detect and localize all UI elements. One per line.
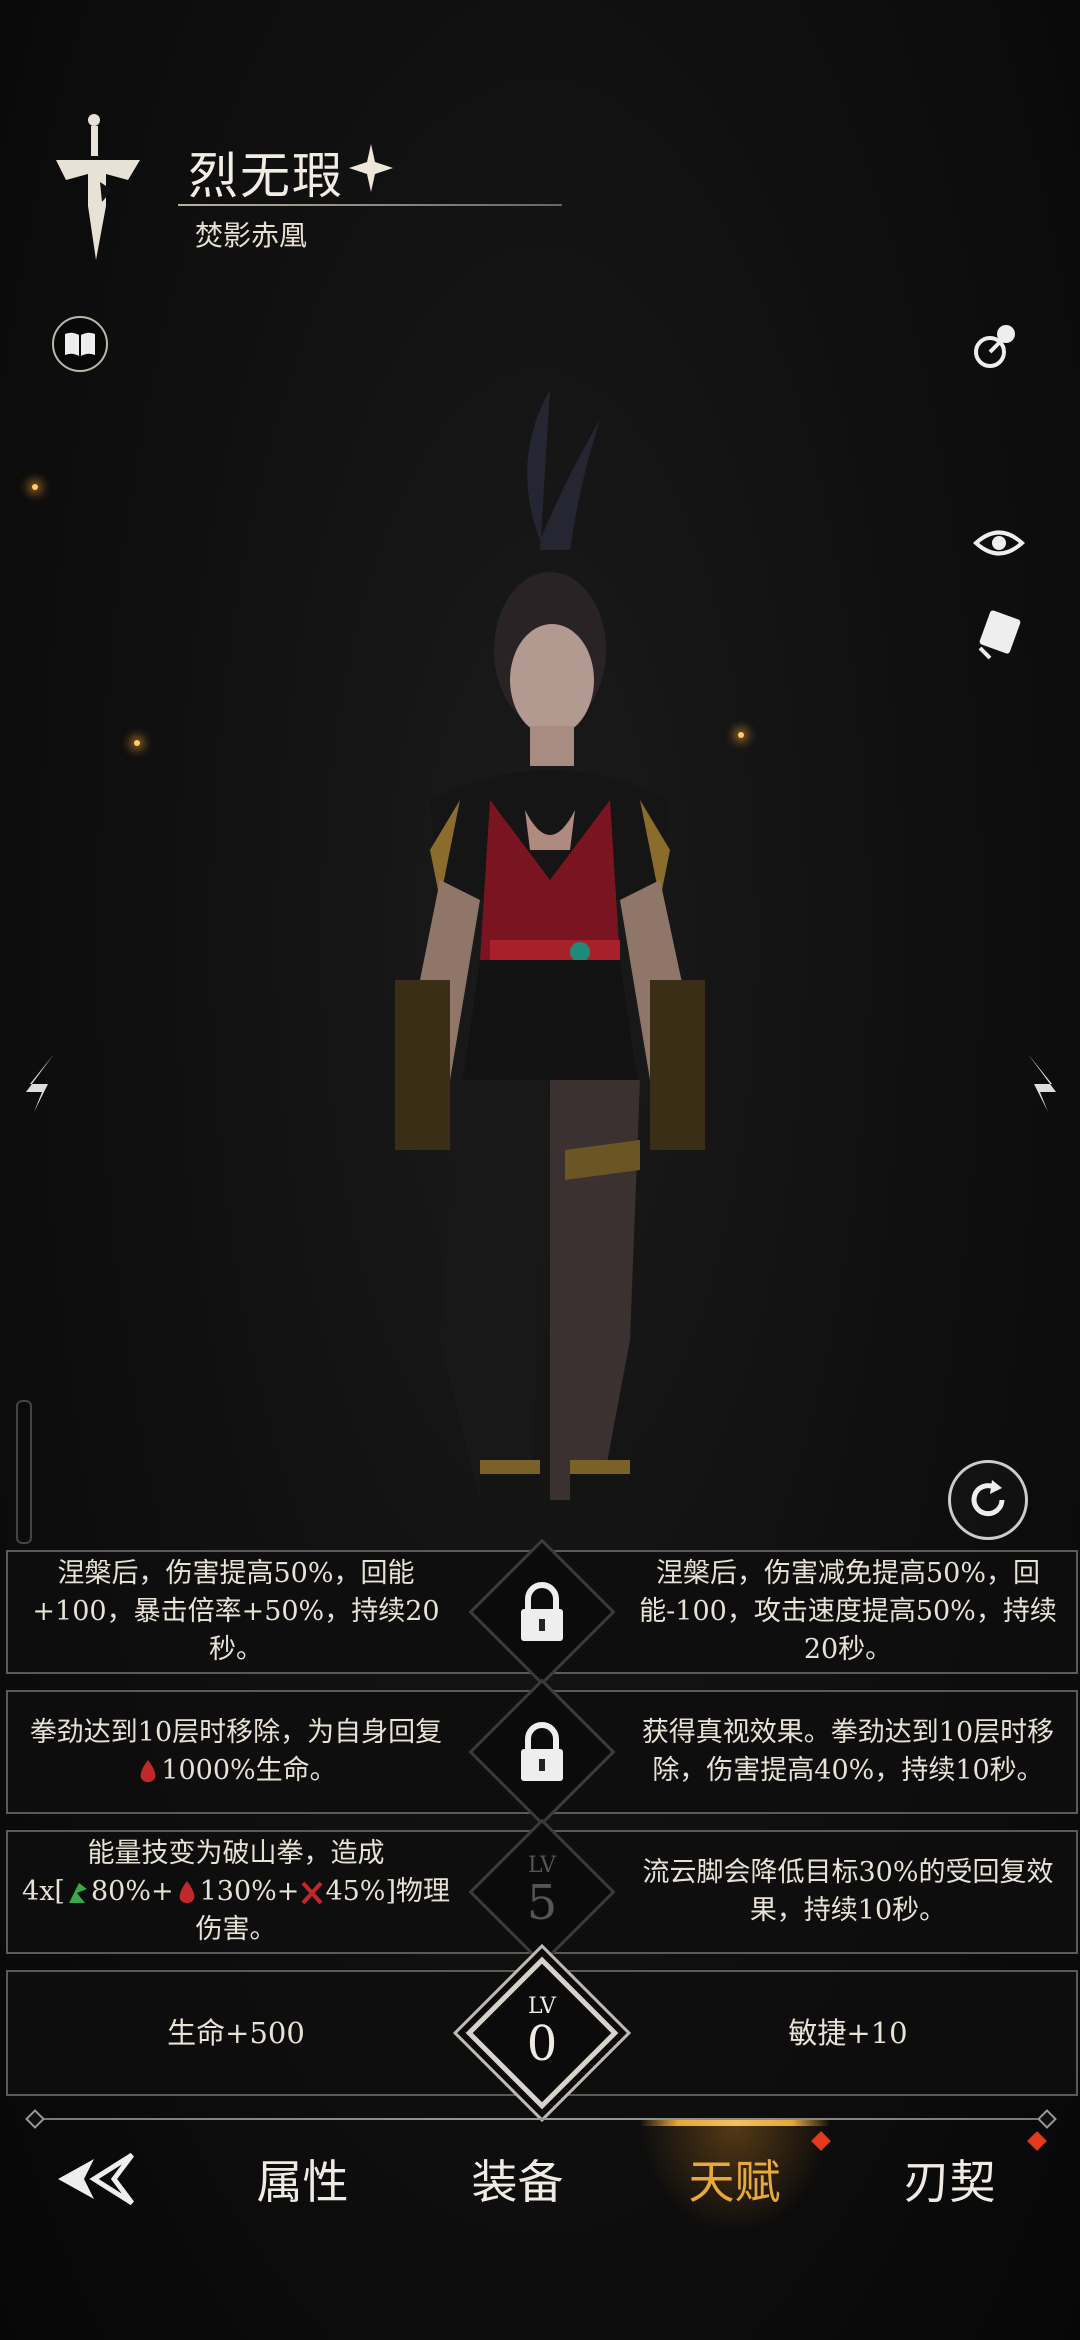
star-icon: [349, 144, 393, 192]
tab-blade-pact[interactable]: 刃契: [872, 2124, 1027, 2234]
ember-particle: [32, 484, 38, 490]
tab-equipment[interactable]: 装备: [440, 2124, 595, 2234]
swap-icon[interactable]: [970, 318, 1028, 376]
level-label: LV: [528, 1994, 556, 2019]
talent-option-left[interactable]: 生命+500: [18, 1972, 454, 2094]
level-node[interactable]: LV 0: [526, 1994, 558, 2072]
level-value: 5: [526, 1875, 558, 1931]
level-value: 0: [526, 2016, 558, 2072]
talent-option-right[interactable]: 敏捷+10: [630, 1972, 1066, 2094]
talent-text: 拳劲达到10层时移除，为自身回复: [29, 1717, 443, 1748]
talent-text: 能量技变为破山拳，造成: [87, 1838, 385, 1869]
talent-row: 拳劲达到10层时移除，为自身回复 1000%生命。 获得真视效果。拳劲达到10层…: [6, 1678, 1078, 1826]
card-icon[interactable]: [970, 604, 1028, 662]
notification-badge: [1027, 2131, 1047, 2151]
character-name: 烈无瑕: [188, 147, 344, 205]
talent-option-left[interactable]: 能量技变为破山拳，造成 4x[ 80%+ 130%+ 45%]物理 伤害。: [18, 1832, 454, 1952]
blood-drop-icon: [140, 1759, 156, 1782]
talent-text: 45%]物理: [325, 1876, 450, 1907]
tab-attributes[interactable]: 属性: [225, 2124, 380, 2234]
nav-divider: [30, 2118, 1050, 2120]
book-button[interactable]: [52, 316, 108, 372]
crossed-swords-icon: [301, 1881, 323, 1904]
talent-option-right[interactable]: 获得真视效果。拳劲达到10层时移除，伤害提高40%，持续10秒。: [630, 1692, 1066, 1812]
talent-text: 1000%生命。: [161, 1755, 337, 1786]
chevron-right-icon[interactable]: [1016, 1050, 1062, 1116]
talent-option-right[interactable]: 涅槃后，伤害减免提高50%，回能-100，攻击速度提高50%，持续20秒。: [630, 1552, 1066, 1672]
book-icon: [65, 332, 95, 356]
chevron-left-icon[interactable]: [20, 1050, 66, 1116]
bottom-nav: 属性 装备 天赋 刃契: [0, 2120, 1080, 2244]
talent-option-left[interactable]: 拳劲达到10层时移除，为自身回复 1000%生命。: [18, 1692, 454, 1812]
back-button[interactable]: [40, 2124, 150, 2234]
eye-icon[interactable]: [970, 514, 1028, 572]
lock-icon: [521, 1582, 563, 1641]
talent-text: 130%+: [199, 1876, 300, 1907]
lock-node[interactable]: [515, 1721, 569, 1783]
level-label: LV: [528, 1853, 556, 1878]
character-subtitle: 焚影赤凰: [195, 219, 308, 252]
title-divider: [178, 204, 562, 206]
talent-text: 4x[: [22, 1876, 65, 1907]
refresh-button[interactable]: [948, 1460, 1028, 1540]
character-model: [395, 390, 705, 1550]
ember-particle: [134, 740, 140, 746]
scroll-track[interactable]: [16, 1400, 32, 1544]
talent-text: 伤害。: [195, 1914, 277, 1945]
refresh-icon: [971, 1480, 1005, 1517]
lock-icon: [521, 1722, 563, 1781]
talent-option-left[interactable]: 涅槃后，伤害提高50%，回能+100，暴击倍率+50%，持续20秒。: [18, 1552, 454, 1672]
talent-text: 80%+: [90, 1876, 174, 1907]
agility-icon: [68, 1882, 87, 1903]
back-icon: [58, 2152, 134, 2206]
level-node[interactable]: LV 5: [526, 1853, 558, 1931]
talent-row: 能量技变为破山拳，造成 4x[80%+ 130%+ 45%]物理 伤害。 LV 5 …: [6, 1818, 1078, 1966]
talent-option-right[interactable]: 流云脚会降低目标30%的受回复效果，持续10秒。: [630, 1832, 1066, 1952]
tab-talent[interactable]: 天赋: [657, 2124, 812, 2234]
sword-emblem-icon: [56, 114, 140, 260]
talent-row: 生命+500 LV 0 敏捷+10: [6, 1956, 1078, 2110]
talent-row: 涅槃后，伤害提高50%，回能+100，暴击倍率+50%，持续20秒。 涅槃后，伤…: [6, 1538, 1078, 1686]
blood-drop-icon: [179, 1880, 194, 1903]
lock-node[interactable]: [515, 1581, 569, 1643]
